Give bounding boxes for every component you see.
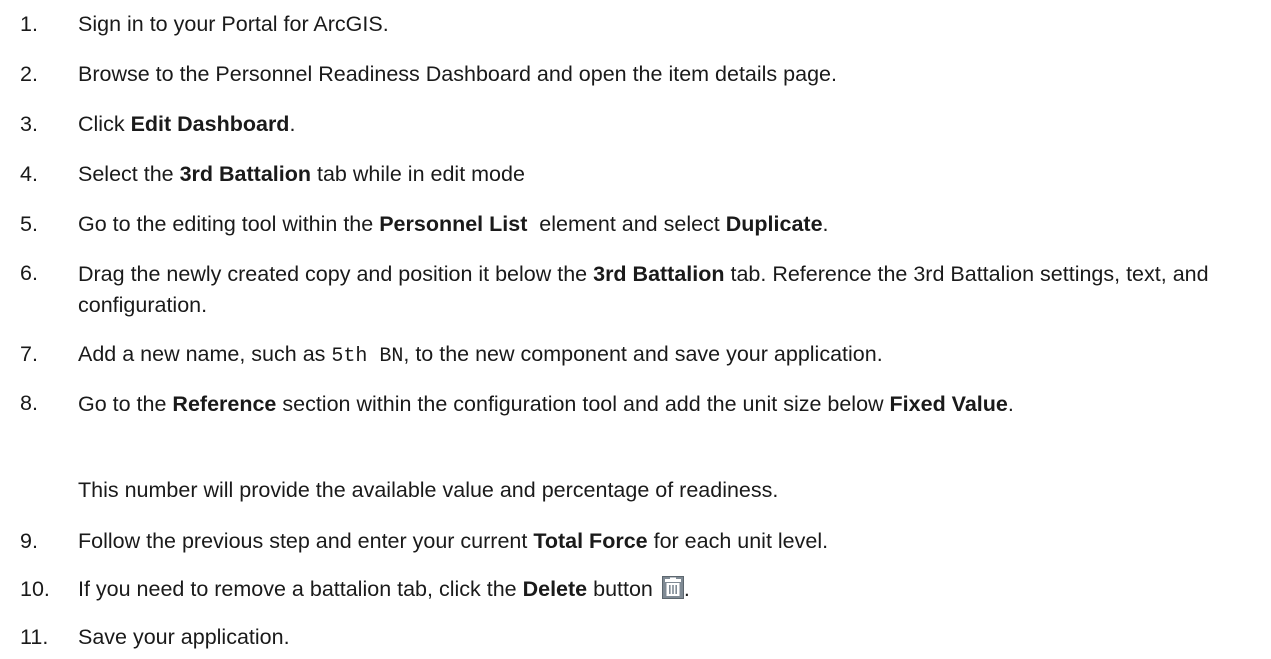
step-text: Go to the editing tool within the Person… [78,210,1265,238]
step-text: Add a new name, such as 5th BN, to the n… [78,340,1265,371]
step-number: 4. [20,162,38,186]
step-text-run: button [587,577,659,601]
step-text: Browse to the Personnel Readiness Dashbo… [78,60,1265,88]
step-text-run: Go to the [78,392,173,416]
ui-term: Edit Dashboard [130,112,290,136]
step-text-run: Save your application. [78,625,290,649]
step-number: 5. [20,212,38,236]
step-text-run: element and select [527,212,726,236]
step-text: Sign in to your Portal for ArcGIS. [78,10,1265,38]
trash-icon [661,576,684,599]
code-value: 5th BN [331,345,404,368]
step-text: If you need to remove a battalion tab, c… [78,575,1265,603]
step-text-run: section within the configuration tool an… [276,392,890,416]
ui-term: Delete [522,577,588,601]
step-number: 3. [20,112,38,136]
step-text-run: . [683,577,690,601]
ui-term: Reference [172,392,277,416]
ui-term: Fixed Value [889,392,1008,416]
step-text-run: Select the [78,162,180,186]
step-4: 4. Select the 3rd Battalion tab while in… [20,160,1265,188]
step-text-run: Go to the editing tool within the [78,212,380,236]
step-2: 2. Browse to the Personnel Readiness Das… [20,60,1265,88]
step-number: 10. [20,577,50,601]
step-text-run: , to the new component and save your app… [403,342,883,366]
step-1: 1. Sign in to your Portal for ArcGIS. [20,10,1265,38]
step-number: 6. [20,261,38,285]
step-text-run: Browse to the Personnel Readiness Dashbo… [78,62,837,86]
step-text-run: If you need to remove a battalion tab, c… [78,577,523,601]
step-text: Drag the newly created copy and position… [78,259,1265,321]
step-number: 11. [20,625,49,649]
step-7: 7. Add a new name, such as 5th BN, to th… [20,340,1265,371]
step-6: 6. Drag the newly created copy and posit… [20,259,1265,321]
ui-term: Duplicate [725,212,823,236]
step-text-run: Click [78,112,131,136]
step-text-run: for each unit level. [647,529,829,553]
ui-term: 3rd Battalion [593,262,725,286]
step-text: Follow the previous step and enter your … [78,527,1265,555]
step-text-run: . [822,212,829,236]
ui-term: 3rd Battalion [179,162,311,186]
step-text-run: Sign in to your Portal for ArcGIS. [78,12,389,36]
step-number: 8. [20,391,38,415]
step-text-run: tab while in edit mode [311,162,525,186]
step-5: 5. Go to the editing tool within the Per… [20,210,1265,238]
step-text: Select the 3rd Battalion tab while in ed… [78,160,1265,188]
step-number: 2. [20,62,38,86]
step-8: 8. Go to the Reference section within th… [20,389,1265,420]
ui-term: Personnel List [379,212,528,236]
step-10: 10. If you need to remove a battalion ta… [20,575,1265,603]
step-text: Click Edit Dashboard. [78,110,1265,138]
ui-term: Total Force [533,529,648,553]
step-text-run: . [1007,392,1014,416]
step-text-run: . [289,112,296,136]
step-8-note: This number will provide the available v… [78,478,779,502]
step-number: 9. [20,529,38,553]
step-text-run: Follow the previous step and enter your … [78,529,534,553]
step-text-run: Drag the newly created copy and position… [78,262,594,286]
step-text: Go to the Reference section within the c… [78,389,1265,420]
step-text: Save your application. [78,623,1265,651]
step-number: 7. [20,342,38,366]
step-11: 11. Save your application. [20,623,1265,651]
step-3: 3. Click Edit Dashboard. [20,110,1265,138]
step-text-run: Add a new name, such as [78,342,332,366]
step-number: 1. [20,12,38,36]
step-9: 9. Follow the previous step and enter yo… [20,527,1265,555]
